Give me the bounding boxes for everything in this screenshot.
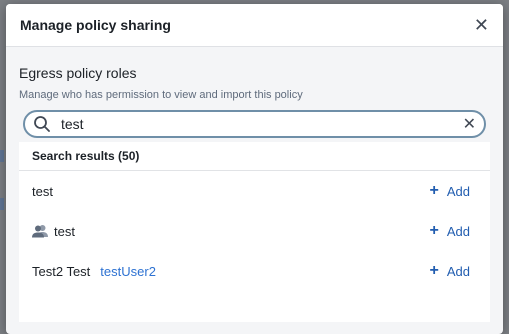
results-header: Search results (50) bbox=[19, 142, 490, 171]
clear-icon[interactable]: ✕ bbox=[463, 114, 476, 134]
manage-policy-sharing-dialog: Manage policy sharing ✕ Egress policy ro… bbox=[6, 4, 503, 334]
list-item: test + Add bbox=[19, 171, 490, 211]
section-title: Egress policy roles bbox=[19, 65, 137, 81]
add-label: Add bbox=[446, 263, 470, 279]
result-name: test bbox=[54, 223, 75, 239]
section-subtitle: Manage who has permission to view and im… bbox=[19, 89, 303, 101]
dialog-header: Manage policy sharing ✕ bbox=[6, 4, 503, 47]
list-item: test + Add bbox=[19, 211, 490, 251]
plus-icon: + bbox=[429, 222, 439, 239]
plus-icon: + bbox=[429, 262, 439, 279]
add-label: Add bbox=[446, 223, 470, 239]
add-button[interactable]: + Add bbox=[430, 222, 470, 240]
add-button[interactable]: + Add bbox=[430, 182, 470, 200]
search-results: Search results (50) test + Add test + Ad… bbox=[19, 142, 490, 322]
add-label: Add bbox=[446, 183, 470, 199]
background-fragment bbox=[0, 198, 4, 210]
dialog-body: Egress policy roles Manage who has permi… bbox=[6, 47, 503, 322]
add-button[interactable]: + Add bbox=[430, 262, 470, 280]
background-fragment bbox=[0, 150, 4, 162]
plus-icon: + bbox=[429, 182, 439, 199]
search-input[interactable]: test ✕ bbox=[23, 110, 486, 138]
dialog-title: Manage policy sharing bbox=[20, 17, 171, 33]
group-icon bbox=[32, 225, 48, 238]
close-icon[interactable]: ✕ bbox=[474, 16, 489, 34]
result-username: testUser2 bbox=[100, 263, 156, 279]
search-value[interactable]: test bbox=[61, 116, 463, 132]
result-name: Test2 Test bbox=[32, 263, 91, 279]
result-name: test bbox=[32, 183, 53, 199]
list-item: Test2 Test testUser2 + Add bbox=[19, 251, 490, 291]
search-icon bbox=[34, 116, 50, 132]
